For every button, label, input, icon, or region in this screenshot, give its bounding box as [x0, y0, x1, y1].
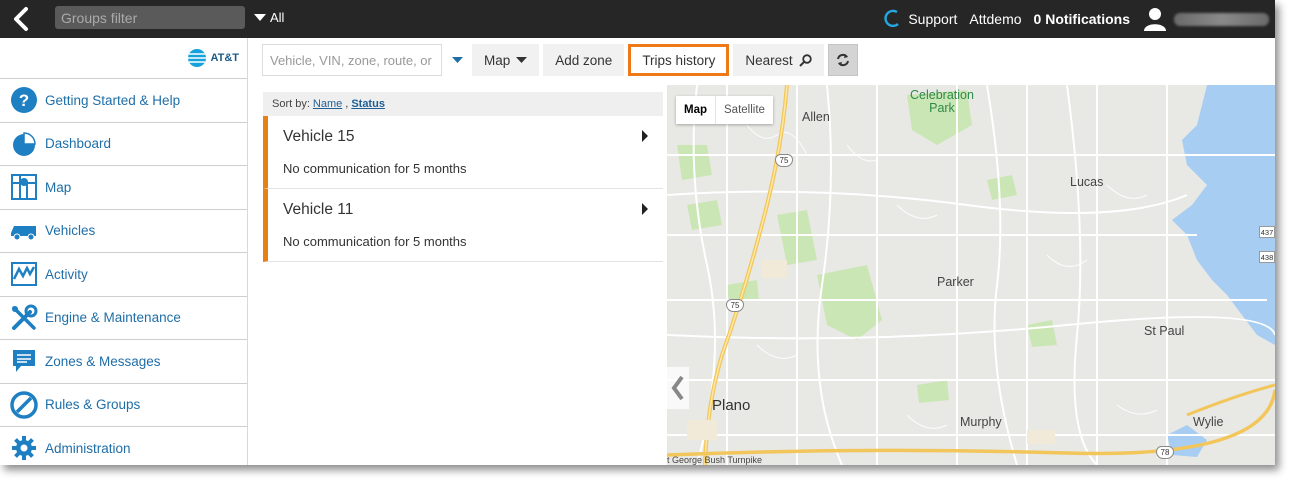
vehicle-list-pane: Sort by: Name, Status Vehicle 15 No comm…: [263, 92, 663, 262]
map-label-line: Park: [929, 101, 955, 115]
support-label: Support: [908, 11, 958, 27]
account-name[interactable]: Attdemo: [969, 11, 1021, 27]
toolbar: Map Add zone Trips history Nearest: [262, 44, 862, 76]
sidebar-item-label: Rules & Groups: [45, 397, 141, 413]
vehicle-status: No communication for 5 months: [283, 161, 467, 176]
map-label-murphy: Murphy: [960, 415, 1002, 429]
sidebar-item-zones-messages[interactable]: Zones & Messages: [0, 339, 247, 383]
highway-shield: 75: [775, 154, 793, 167]
map-type-toggle: Map Satellite: [676, 96, 773, 124]
nearest-button[interactable]: Nearest: [733, 44, 824, 76]
sidebar-item-label: Engine & Maintenance: [45, 310, 181, 326]
back-arrow-icon[interactable]: [8, 5, 36, 33]
support-icon: [884, 9, 900, 28]
list-item[interactable]: Vehicle 11 No communication for 5 months: [263, 189, 663, 262]
map-type-satellite-button[interactable]: Satellite: [715, 96, 773, 124]
map-type-map-button[interactable]: Map: [676, 96, 715, 124]
map-label-celebration-park: Celebration Park: [910, 89, 974, 115]
chevron-left-icon: [671, 375, 684, 401]
vehicle-status: No communication for 5 months: [283, 234, 467, 249]
user-icon[interactable]: [1144, 7, 1166, 31]
add-zone-label: Add zone: [555, 52, 613, 68]
support-link[interactable]: Support: [884, 9, 957, 29]
sidebar: AT&T ? Getting Started & Help Dashboard …: [0, 38, 248, 465]
sidebar-item-dashboard[interactable]: Dashboard: [0, 121, 247, 166]
gear-icon: [10, 434, 38, 462]
collapse-panel-button[interactable]: [667, 367, 689, 409]
sidebar-item-getting-started[interactable]: ? Getting Started & Help: [0, 78, 247, 122]
top-right-area: Support Attdemo 0 Notifications: [884, 0, 1275, 38]
map-label-st-paul: St Paul: [1144, 324, 1185, 338]
road-number: 437: [1259, 226, 1275, 238]
map-label-plano: Plano: [712, 397, 751, 414]
caret-down-icon: [516, 56, 528, 63]
map-view[interactable]: Map Satellite Celebration Park Allen Luc…: [667, 85, 1275, 465]
road-number: 438: [1259, 251, 1275, 263]
sidebar-item-activity[interactable]: Activity: [0, 252, 247, 296]
help-icon: ?: [10, 86, 38, 114]
activity-icon: [10, 260, 38, 288]
top-bar: All Support Attdemo 0 Notifications: [0, 0, 1275, 38]
truck-icon: [10, 217, 38, 245]
groups-filter-input[interactable]: [55, 6, 245, 29]
sidebar-item-vehicles[interactable]: Vehicles: [0, 208, 247, 253]
groups-all-dropdown[interactable]: All: [254, 10, 284, 25]
sidebar-item-label: Dashboard: [45, 136, 112, 152]
brand-name: AT&T: [210, 52, 239, 64]
sidebar-item-label: Getting Started & Help: [45, 92, 181, 108]
block-icon: [10, 391, 38, 419]
nearest-label: Nearest: [745, 52, 793, 68]
sidebar-item-administration[interactable]: Administration: [0, 426, 247, 465]
search-options-dropdown[interactable]: [442, 44, 472, 76]
sidebar-item-label: Vehicles: [45, 223, 96, 239]
trips-history-label: Trips history: [642, 52, 716, 68]
map-icon: [10, 173, 38, 201]
all-label: All: [270, 10, 285, 25]
wrench-icon: [10, 304, 38, 332]
app-window: All Support Attdemo 0 Notifications AT&T: [0, 0, 1275, 465]
sidebar-item-label: Zones & Messages: [45, 353, 161, 369]
sort-separator: ,: [345, 98, 349, 110]
refresh-icon: [836, 53, 849, 67]
notifications-link[interactable]: 0 Notifications: [1034, 11, 1130, 27]
sort-by-status-link[interactable]: Status: [351, 98, 385, 110]
vehicle-search-input[interactable]: [262, 44, 442, 76]
map-button-label: Map: [484, 52, 511, 68]
map-label-turnpike: t George Bush Turnpike: [667, 455, 763, 465]
trips-history-button[interactable]: Trips history: [628, 44, 730, 76]
sidebar-item-engine-maintenance[interactable]: Engine & Maintenance: [0, 295, 247, 340]
highway-shield: 75: [726, 299, 744, 312]
sort-by-name-link[interactable]: Name: [313, 98, 342, 110]
user-email-redacted[interactable]: [1174, 12, 1269, 26]
sidebar-item-label: Activity: [45, 266, 88, 282]
sidebar-item-rules-groups[interactable]: Rules & Groups: [0, 382, 247, 427]
sidebar-item-map[interactable]: Map: [0, 165, 247, 209]
brand-logo: AT&T: [0, 38, 247, 78]
message-icon: [10, 347, 38, 375]
pie-chart-icon: [10, 130, 38, 158]
map-label-parker: Parker: [937, 275, 974, 289]
add-zone-button[interactable]: Add zone: [543, 44, 625, 76]
map-dropdown-button[interactable]: Map: [472, 44, 540, 76]
svg-text:?: ?: [19, 91, 29, 110]
map-label-lucas: Lucas: [1070, 175, 1104, 189]
att-globe-icon: [188, 49, 207, 67]
caret-right-icon[interactable]: [641, 203, 649, 215]
list-item[interactable]: Vehicle 15 No communication for 5 months: [263, 116, 663, 189]
caret-down-icon: [254, 13, 266, 21]
sidebar-item-label: Administration: [45, 440, 131, 456]
search-icon: [798, 53, 812, 67]
sidebar-item-label: Map: [45, 179, 72, 195]
vehicle-name: Vehicle 15: [283, 128, 355, 145]
sort-by-label: Sort by:: [272, 98, 310, 110]
refresh-button[interactable]: [827, 44, 858, 76]
caret-right-icon[interactable]: [641, 130, 649, 142]
map-label-allen: Allen: [802, 110, 830, 124]
sort-bar: Sort by: Name, Status: [263, 92, 663, 116]
map-label-wylie: Wylie: [1193, 415, 1224, 429]
highway-shield: 78: [1156, 446, 1174, 459]
caret-down-icon: [451, 56, 463, 63]
vehicle-name: Vehicle 11: [283, 201, 354, 218]
